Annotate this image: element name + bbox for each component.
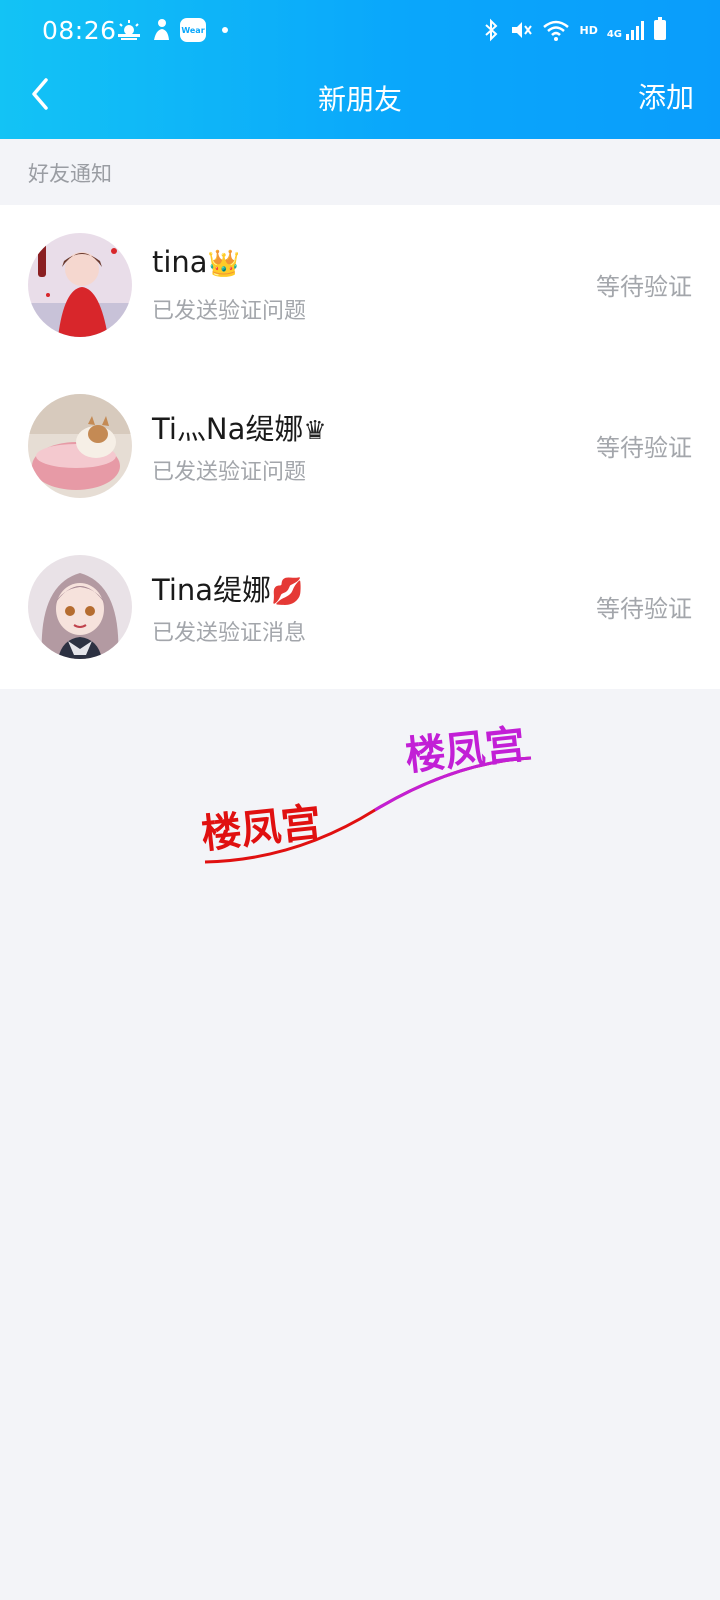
friend-subtitle: 已发送验证问题 xyxy=(152,299,307,324)
status-left-icons: Wear xyxy=(116,18,228,42)
friend-name-text: tina xyxy=(152,245,208,279)
wear-label: Wear xyxy=(181,25,205,35)
watermark-text-right: 楼凤宫 xyxy=(403,722,527,780)
friend-name-text: Tina缇娜 xyxy=(152,573,272,607)
friend-name: tina👑 xyxy=(152,245,240,279)
crown-icon: 👑 xyxy=(207,249,240,279)
avatar xyxy=(28,233,132,337)
vibrate-icon xyxy=(512,22,533,38)
kiss-mark-icon: 💋 xyxy=(271,577,304,607)
friend-request-row[interactable]: Ti灬Na缇娜♛ 已发送验证问题 等待验证 xyxy=(0,366,720,527)
page-title: 新朋友 xyxy=(317,83,402,116)
friend-request-row[interactable]: Tina缇娜💋 已发送验证消息 等待验证 xyxy=(0,527,720,688)
friend-request-list: tina👑 已发送验证问题 等待验证 Ti灬Na缇娜♛ 已发送验证问题 等待验证 xyxy=(0,205,720,689)
network-label: 4G xyxy=(606,29,622,40)
add-button[interactable]: 添加 xyxy=(638,76,694,116)
friend-subtitle: 已发送验证问题 xyxy=(152,460,307,485)
weather-icon xyxy=(118,20,140,40)
avatar xyxy=(28,394,132,498)
nav-bar: 新朋友 添加 xyxy=(0,64,720,139)
status-time: 08:26 xyxy=(42,16,117,45)
4g-signal-icon: 4G xyxy=(607,20,645,40)
watermark-text-left: 楼凤宫 xyxy=(199,800,323,858)
battery-icon xyxy=(654,17,666,40)
friend-name-text: Ti灬Na缇娜 xyxy=(152,412,304,446)
friend-status: 等待验证 xyxy=(596,434,692,462)
friend-name: Ti灬Na缇娜♛ xyxy=(152,406,327,448)
watermark: 楼凤宫 楼凤宫 xyxy=(199,722,532,864)
wifi-icon xyxy=(543,20,570,41)
wear-icon: Wear xyxy=(180,18,206,42)
dot-icon xyxy=(222,27,228,33)
friend-request-row[interactable]: tina👑 已发送验证问题 等待验证 xyxy=(0,205,720,366)
chess-queen-icon: ♛ xyxy=(303,416,327,446)
friend-subtitle: 已发送验证消息 xyxy=(152,621,307,646)
avatar xyxy=(28,555,132,659)
bluetooth-icon xyxy=(485,18,498,42)
status-bar: 08:26 Wear HD 4G xyxy=(0,0,720,64)
status-right-icons: HD 4G xyxy=(482,17,666,42)
section-label-friend-notifications: 好友通知 xyxy=(28,162,112,186)
friend-status: 等待验证 xyxy=(596,273,692,301)
app-header: 08:26 Wear HD 4G 新朋友 添加 xyxy=(0,0,720,139)
hd-icon: HD xyxy=(579,23,598,37)
friend-name: Tina缇娜💋 xyxy=(152,567,303,609)
friend-status: 等待验证 xyxy=(596,595,692,623)
person-icon xyxy=(154,19,169,40)
